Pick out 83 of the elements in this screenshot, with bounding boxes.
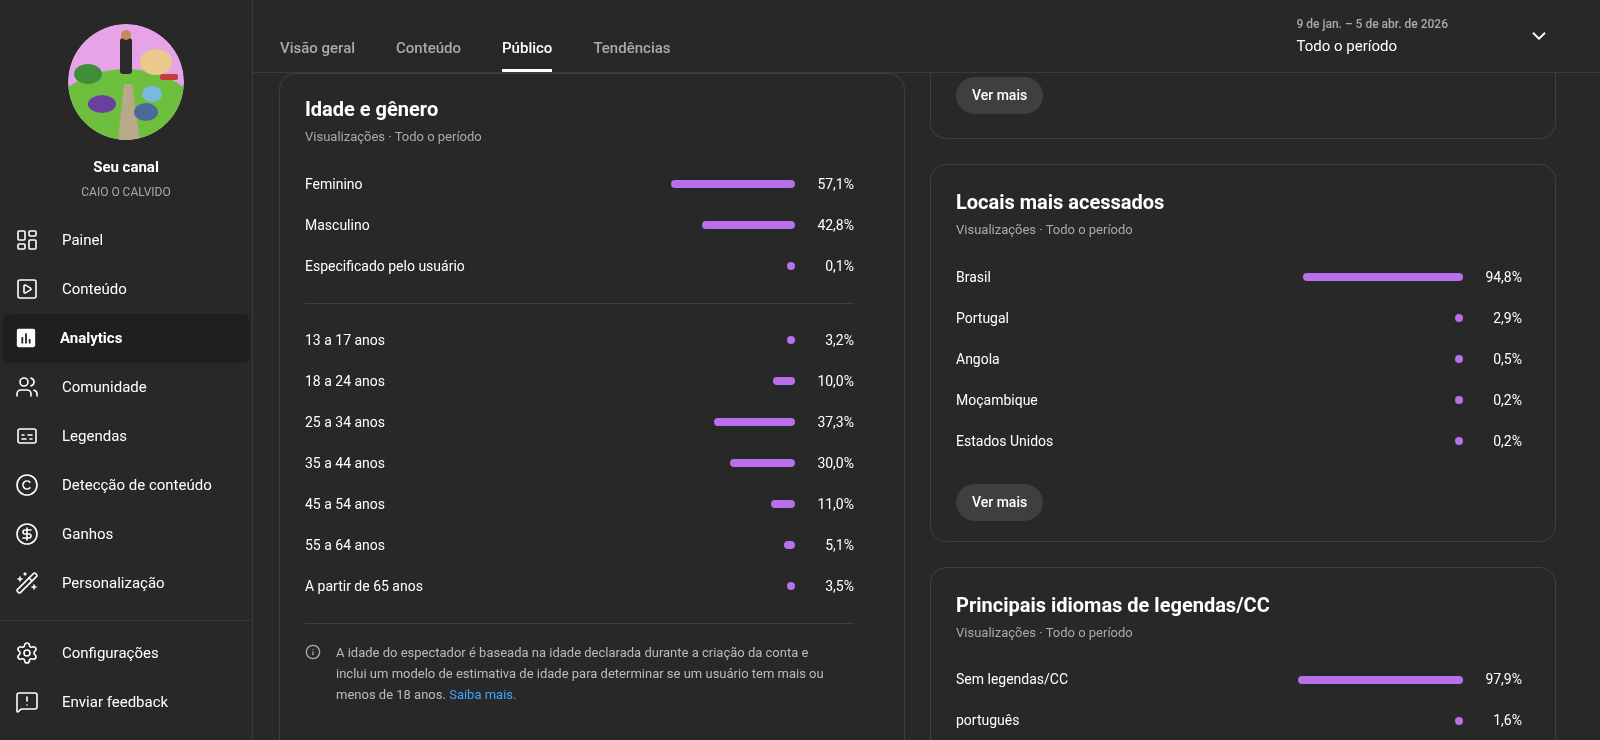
row-label: Sem legendas/CC [956,670,1070,689]
nav-item[interactable]: Ganhos [2,509,250,559]
percent-value: 1,6% [1492,711,1522,730]
see-more-button[interactable]: Ver mais [956,77,1044,114]
card-subtitle: Visualizações · Todo o período [956,623,1134,642]
see-more-button[interactable]: Ver mais [956,483,1044,521]
nav-item[interactable]: Comunidade [2,362,250,412]
people-icon [15,375,39,399]
row-label: 18 a 24 anos [305,371,387,391]
percent-value: 3,2% [824,330,854,350]
info-icon [305,643,321,660]
channel-title: Seu canal [93,157,159,178]
row-label: Masculino [305,215,371,235]
percent-value: 0,5% [1492,349,1522,369]
percent-bar [1455,716,1463,725]
percent-value: 30,0% [816,453,854,473]
percent-bar [1455,314,1463,322]
tab[interactable]: Tendências [593,27,671,72]
settings-icon [15,641,39,665]
nav-item[interactable]: Detecção de conteúdo [2,460,250,510]
percent-value: 42,8% [816,215,854,235]
percent-value: 5,1% [824,535,854,555]
percent-value: 94,8% [1484,267,1522,287]
row-label: Feminino [305,174,364,194]
nav-item[interactable]: Enviar feedback [2,677,250,727]
tab[interactable]: Público [502,27,553,72]
nav-item[interactable]: Configurações [2,628,250,678]
date-range-picker[interactable]: 9 de jan. – 5 de abr. de 2026 Todo o período [1296,6,1550,66]
row-label: Especificado pelo usuário [305,256,466,276]
card-title: Principais idiomas de legendas/CC [956,591,1271,619]
magic-wand-icon [15,571,39,595]
row-label: Brasil [956,267,992,287]
row-label: português [956,711,1021,730]
card-title: Locais mais acessados [956,189,1166,216]
info-note: A idade do espectador é baseada na idade declarada durante a criação da conta e inclui um modelo de estimativa de idade para determinar se um usuário tem mais ou menos de 18 anos. Saiba mais. [336,643,824,704]
card-title: Idade e gênero [305,96,440,123]
nav-item[interactable]: Legendas [2,411,250,461]
tab[interactable]: Conteúdo [396,27,462,72]
percent-value: 37,3% [816,412,854,432]
row-label: 45 a 54 anos [305,494,387,514]
row-label: 35 a 44 anos [305,453,387,473]
nav-item[interactable]: Conteúdo [2,264,250,314]
percent-bar [1455,437,1463,445]
percent-bar [1455,355,1463,363]
bar-chart-icon [15,327,37,349]
row-label: Portugal [956,308,1010,328]
percent-value: 0,2% [1492,390,1522,410]
percent-value: 97,9% [1484,670,1522,689]
percent-value: 3,5% [824,576,854,596]
row-label: Estados Unidos [956,431,1055,451]
percent-value: 10,0% [816,371,854,391]
percent-bar [771,500,795,508]
percent-value: 0,1% [824,256,854,276]
percent-bar [1455,396,1463,404]
percent-bar [787,336,795,344]
copyright-icon [15,473,39,497]
percent-bar [787,262,795,270]
nav-item[interactable]: Painel [2,215,250,265]
row-label: Angola [956,349,1001,369]
tab[interactable]: Visão geral [280,27,356,72]
dashboard-icon [15,228,39,252]
row-label: A partir de 65 anos [305,576,424,596]
percent-value: 2,9% [1492,308,1522,328]
row-label: Moçambique [956,390,1039,410]
card-subtitle: Visualizações · Todo o período [956,221,1134,239]
row-label: 55 a 64 anos [305,535,387,555]
percent-bar [783,541,795,549]
percent-value: 11,0% [816,494,854,514]
percent-value: 57,1% [816,174,854,194]
nav-item[interactable]: Personalização [2,558,250,608]
percent-bar [787,582,795,590]
row-label: 25 a 34 anos [305,412,387,432]
percent-bar [773,377,795,385]
dollar-icon [15,522,39,546]
row-label: 13 a 17 anos [305,330,387,350]
percent-value: 0,2% [1492,431,1522,451]
feedback-icon [15,690,39,714]
channel-name: CAIO O CALVIDO [81,183,171,201]
learn-more-link[interactable]: Saiba mais. [449,686,517,702]
card-subtitle: Visualizações · Todo o período [305,128,483,146]
percent-bar [729,459,795,467]
nav-item[interactable]: Analytics [2,313,250,363]
video-icon [15,277,39,301]
